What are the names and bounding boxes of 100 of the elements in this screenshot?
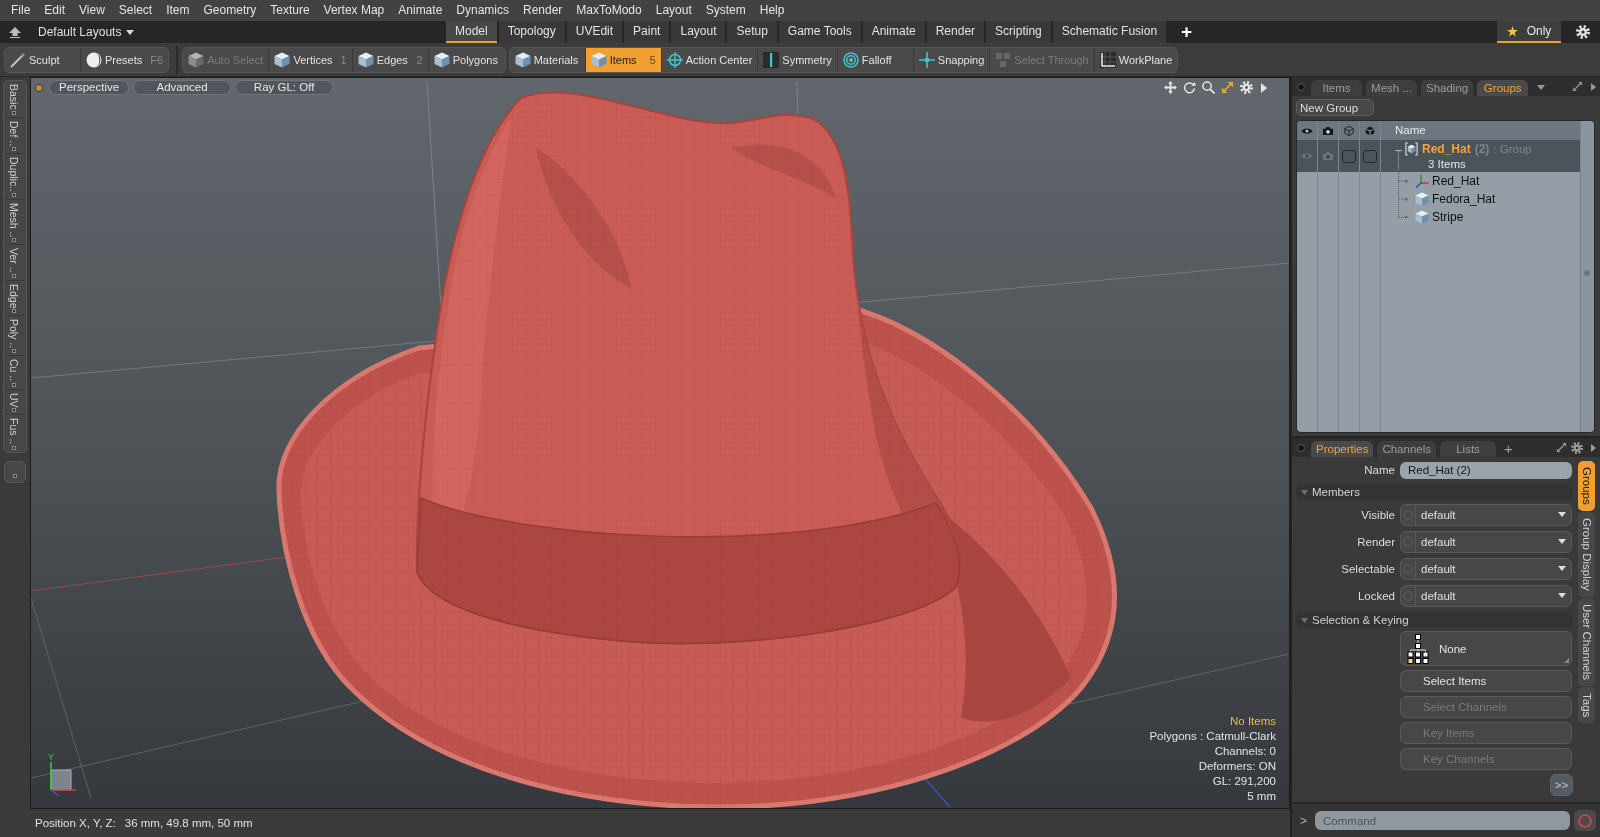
layout-tab[interactable]: Render [926, 21, 985, 43]
checkbox[interactable] [1363, 149, 1377, 163]
side-tab[interactable]: Basic [4, 81, 24, 118]
layout-tab[interactable]: Game Tools [778, 21, 861, 43]
new-group-button[interactable]: New Group [1296, 99, 1374, 116]
add-tab-button[interactable]: + [1173, 21, 1201, 43]
dropdown[interactable]: default [1400, 584, 1572, 607]
cube-icon [1415, 210, 1429, 224]
panel-tab[interactable]: Channels [1377, 441, 1436, 457]
expand-icon[interactable] [1556, 442, 1567, 453]
section-header[interactable]: Members [1296, 485, 1573, 499]
side-tab[interactable]: Poly .. [4, 316, 24, 357]
panel-tab[interactable]: Properties [1311, 441, 1374, 457]
square-icon [12, 146, 16, 151]
viewport-option-button[interactable]: Perspective [49, 80, 130, 95]
layout-tab[interactable]: Topology [498, 21, 565, 43]
side-tab-button[interactable] [4, 460, 26, 483]
settings-icon[interactable] [1571, 442, 1583, 454]
panel-tab[interactable]: Lists [1440, 441, 1496, 457]
expand-icon[interactable] [1572, 81, 1583, 92]
panel-tab[interactable]: Items [1311, 80, 1362, 96]
side-tab[interactable]: User Channels [1578, 597, 1595, 686]
menu-item[interactable]: View [72, 0, 112, 21]
square-icon [12, 238, 16, 243]
layout-tab[interactable]: Animate [862, 21, 925, 43]
search-icon[interactable] [1202, 81, 1215, 94]
split-bar-icon [763, 51, 780, 68]
tree-item-label[interactable]: Fedora_Hat [1432, 192, 1496, 206]
triangle-right-icon[interactable] [1261, 82, 1267, 93]
add-tab-button[interactable]: + [1500, 440, 1517, 457]
menu-item[interactable]: Help [752, 0, 792, 21]
cube-icon [188, 51, 205, 68]
menu-item[interactable]: Vertex Map [316, 0, 392, 21]
record-button[interactable] [1574, 810, 1596, 831]
menu-item[interactable]: Render [516, 0, 570, 21]
camera-icon[interactable] [1322, 125, 1334, 136]
move-icon[interactable] [1164, 81, 1177, 94]
menu-item[interactable]: MaxToModo [569, 0, 649, 21]
cube-icon[interactable] [1364, 125, 1376, 136]
caret-icon [1558, 566, 1566, 571]
layout-tab[interactable]: Paint [624, 21, 670, 43]
layout-tab[interactable]: Schematic Fusion [1052, 21, 1167, 43]
viewport-option-button[interactable]: Advanced [133, 80, 232, 95]
layout-menu-button[interactable]: Default Layouts [38, 23, 135, 41]
tool-button[interactable]: Items 5 [585, 47, 662, 72]
panel-tab[interactable]: Shading [1421, 80, 1474, 96]
status-dot-icon[interactable] [35, 83, 43, 92]
dropdown[interactable]: default [1400, 503, 1572, 526]
expand-arrows-icon[interactable] [1221, 81, 1234, 94]
side-tab[interactable]: Ver .. [4, 245, 24, 281]
cubes-icon [995, 51, 1012, 68]
layout-tab[interactable]: Setup [727, 21, 777, 43]
up-arrow-icon[interactable] [9, 26, 21, 38]
field-label: Locked [1356, 589, 1395, 602]
only-filter-button[interactable]: Only [1497, 21, 1561, 43]
action-button[interactable]: Select Items [1400, 670, 1572, 692]
panel-tab[interactable]: Mesh ... [1366, 80, 1417, 96]
side-tab[interactable]: Groups [1578, 461, 1595, 511]
dropdown[interactable]: default [1400, 530, 1572, 553]
command-field[interactable]: Command [1315, 811, 1570, 830]
menu-item[interactable]: Geometry [196, 0, 264, 21]
triangle-right-icon[interactable] [1591, 83, 1596, 91]
menu-item[interactable]: Texture [263, 0, 317, 21]
panel-dot-icon[interactable] [1297, 444, 1305, 452]
menu-item[interactable]: System [698, 0, 753, 21]
viewport-info-text: Deformers: ON [1198, 759, 1276, 774]
menu-item[interactable]: Layout [648, 0, 699, 21]
cube-outline-icon[interactable] [1343, 125, 1355, 136]
tree-item-label[interactable]: Stripe [1432, 210, 1464, 224]
rotate-icon[interactable] [1183, 81, 1196, 94]
column-header[interactable]: Name [1381, 121, 1426, 140]
scrollbar[interactable] [1580, 121, 1594, 432]
corner-grip-icon[interactable] [1564, 658, 1569, 663]
name-field[interactable]: Red_Hat (2) [1400, 461, 1572, 479]
side-tab[interactable]: Tags [1578, 686, 1595, 723]
menu-item[interactable]: File [4, 0, 38, 21]
menu-item[interactable]: Item [159, 0, 197, 21]
menu-item[interactable]: Dynamics [449, 0, 516, 21]
checkbox[interactable] [1342, 149, 1356, 163]
menu-item[interactable]: Animate [391, 0, 450, 21]
layout-tab[interactable]: UVEdit [566, 21, 623, 43]
side-tab[interactable]: Cu .. [4, 356, 24, 390]
layout-tab[interactable]: Model [446, 21, 497, 43]
action-button[interactable]: None [1400, 631, 1572, 666]
menu-item[interactable]: Edit [37, 0, 73, 21]
group-name[interactable]: Red_Hat [1422, 141, 1471, 157]
dropdown[interactable]: default [1400, 557, 1572, 580]
tree-item-label[interactable]: Red_Hat [1432, 174, 1480, 188]
caret-icon[interactable] [1537, 85, 1546, 90]
side-tab[interactable]: Group Display [1578, 511, 1595, 597]
layout-tab[interactable]: Layout [671, 21, 726, 43]
panel-tab[interactable]: Groups [1477, 80, 1529, 96]
menu-item[interactable]: Select [111, 0, 160, 21]
viewport-option-button[interactable]: Ray GL: Off [235, 80, 334, 95]
viewport[interactable]: Perspective Advanced Ray GL: Off Y No Items Polygons : Catmull-Clark Channels: 0 Deformers: ON GL: 291,200 5 mm [30, 77, 1290, 809]
hat-model-drawing[interactable] [276, 91, 1117, 808]
triangle-right-icon[interactable] [1591, 444, 1596, 452]
section-header[interactable]: Selection & Keying [1296, 613, 1573, 627]
layout-tab[interactable]: Scripting [986, 21, 1051, 43]
panel-dot-icon[interactable] [1297, 83, 1305, 91]
